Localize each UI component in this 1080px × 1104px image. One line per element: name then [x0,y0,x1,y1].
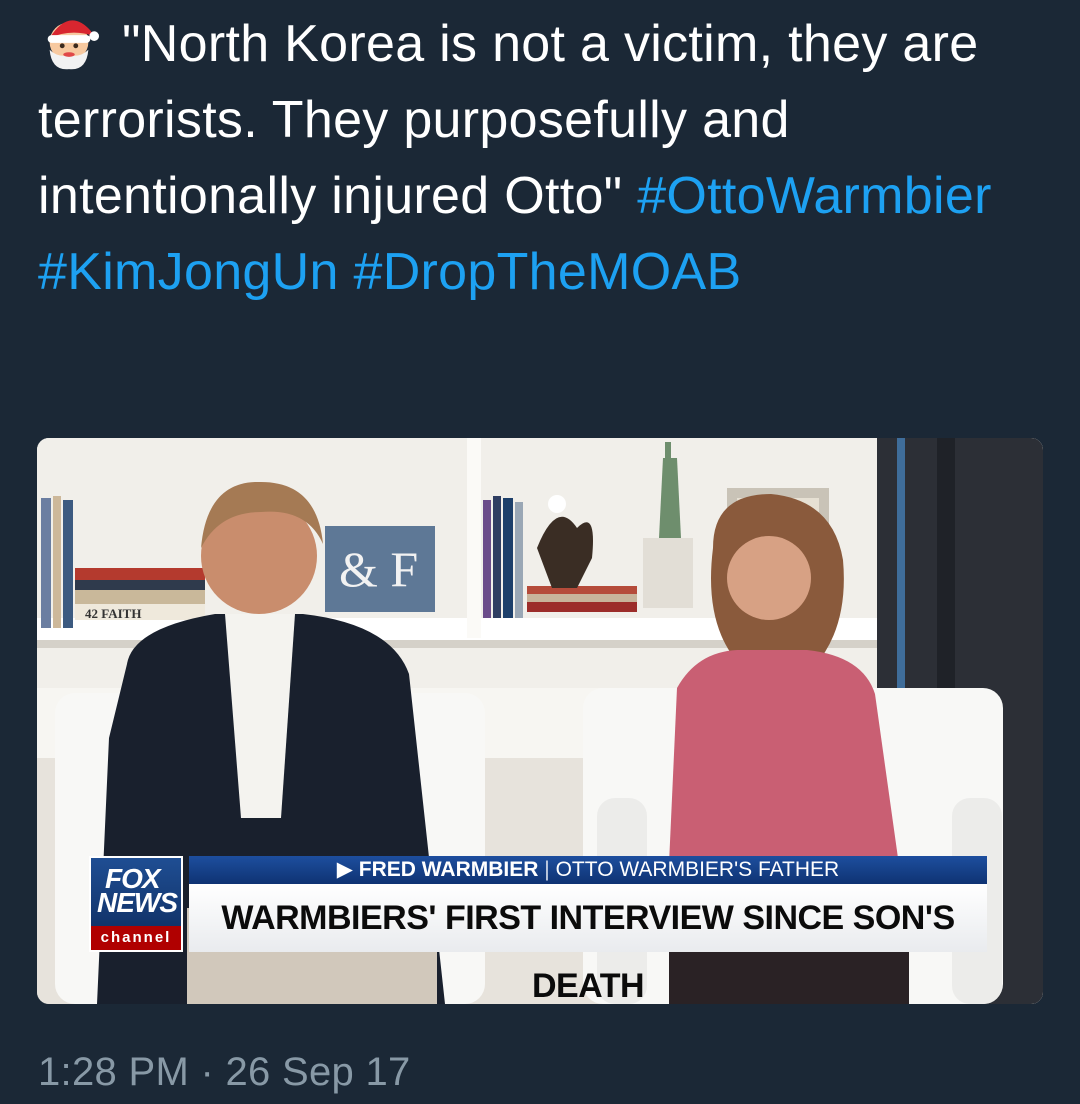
logo-channel: channel [91,926,181,950]
tweet-timestamp[interactable]: 1:28 PM · 26 Sep 17 [38,1050,411,1095]
hashtag-drop-the-moab[interactable]: #DropTheMOAB [353,243,741,301]
strap-separator: | [544,858,550,881]
hashtag-kim-jong-un[interactable]: #KimJongUn [38,243,339,301]
book-label: 42 FAITH [85,606,141,621]
speaker-name: FRED WARMBIER [358,858,539,881]
hashtag-otto-warmbier[interactable]: #OttoWarmbier [637,167,992,225]
sign-label: & F [339,541,418,597]
news-lower-third: FOX NEWS channel ▶ FRED WARMBIER | OTTO … [89,856,989,1004]
santa-emoji-icon [38,9,100,71]
speaker-role: OTTO WARMBIER'S FATHER [555,858,840,881]
play-arrow-icon: ▶ [336,858,353,881]
speaker-strap: ▶ FRED WARMBIER | OTTO WARMBIER'S FATHER [189,856,987,884]
tweet-text: "North Korea is not a victim, they are t… [38,6,1048,310]
fox-news-logo: FOX NEWS channel [89,856,183,952]
tweet-media-image[interactable]: 42 FAITH & F FOX NEWS channel ▶ FRED WAR… [37,438,1043,1004]
logo-news: NEWS [97,887,178,918]
headline-strap: WARMBIERS' FIRST INTERVIEW SINCE SON'S D… [189,884,987,1004]
